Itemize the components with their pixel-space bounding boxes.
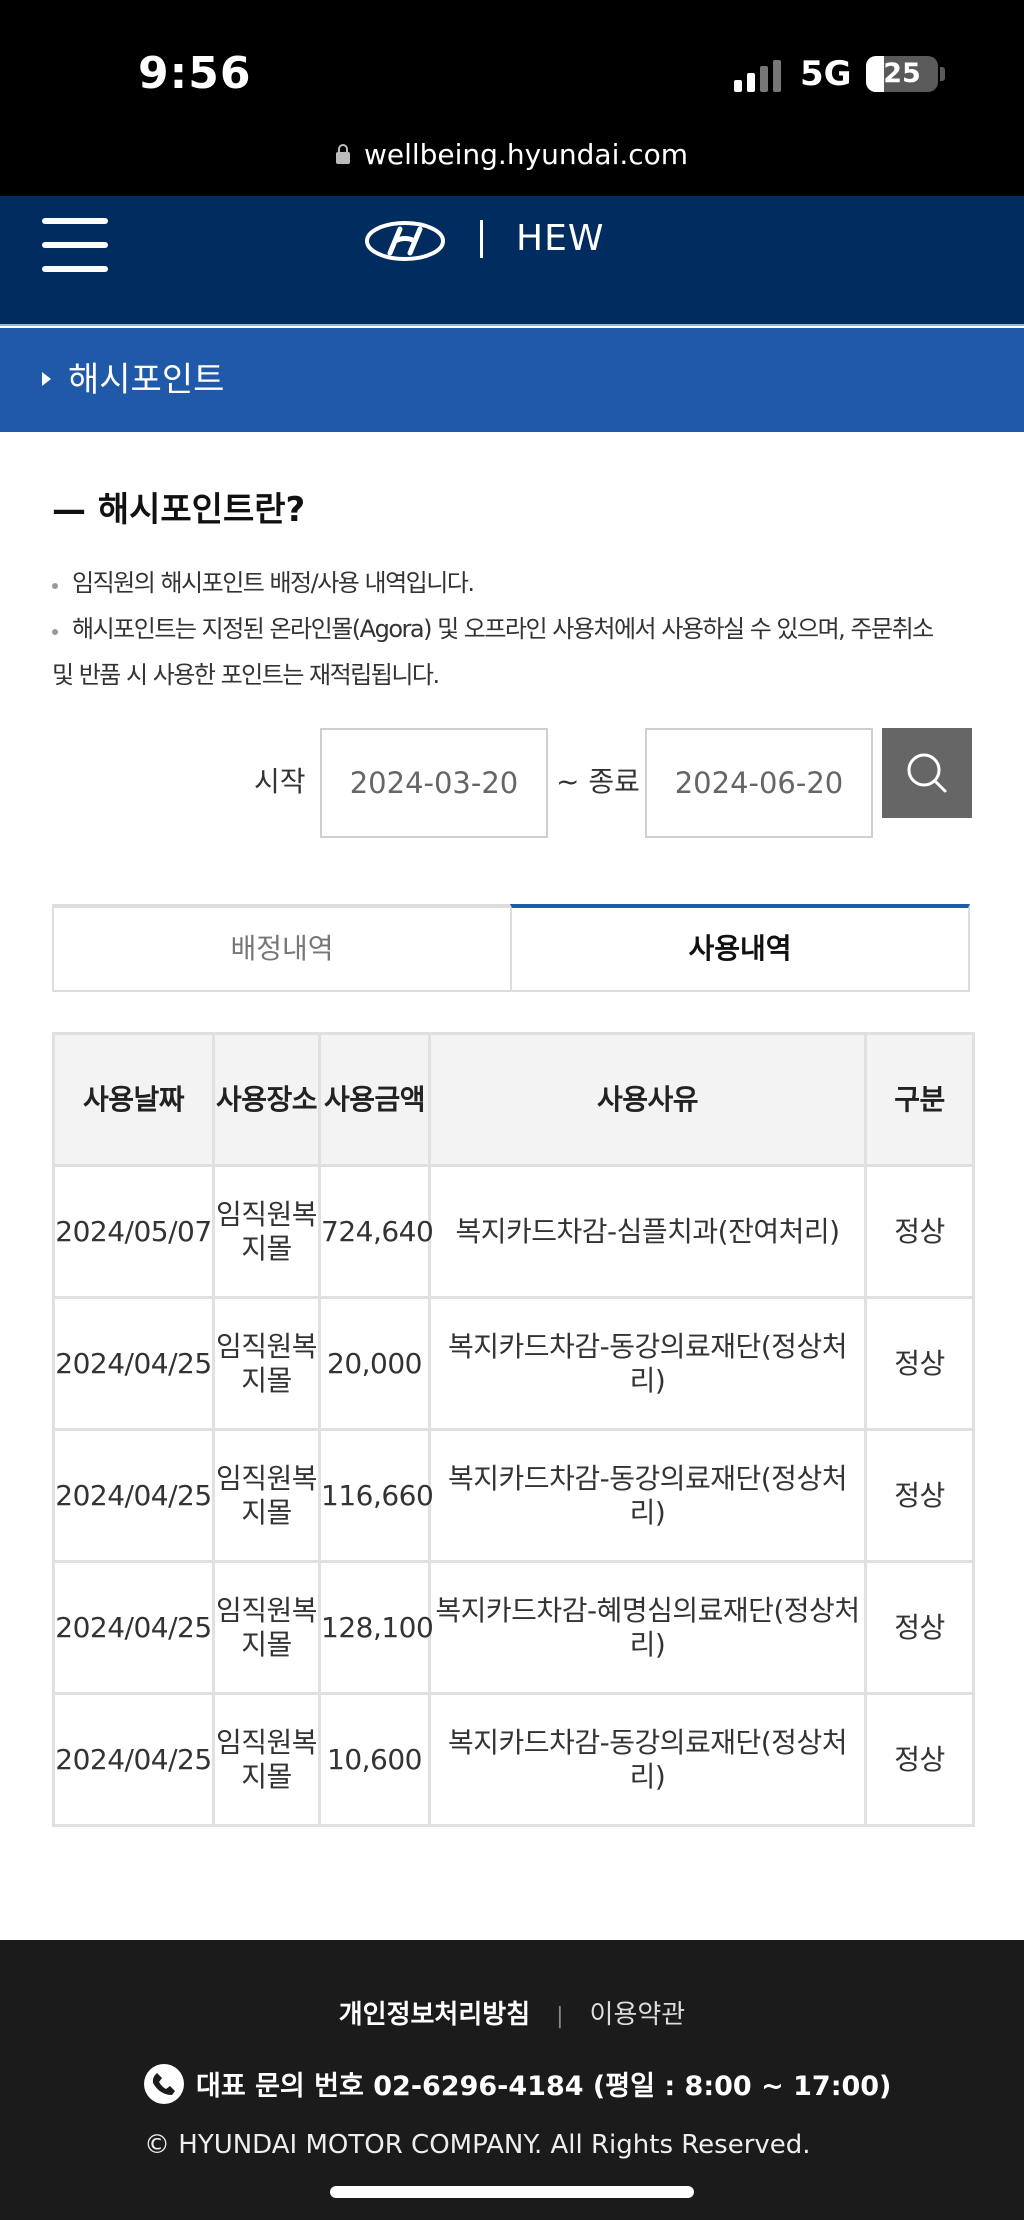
terms-link[interactable]: 이용약관 <box>590 2000 686 2030</box>
start-label: 시작 <box>254 765 306 798</box>
copyright: © HYUNDAI MOTOR COMPANY. All Rights Rese… <box>144 2130 811 2160</box>
table-row: 2024/04/25 임직원복지몰 10,600 복지카드차감-동강의료재단(정… <box>52 1692 975 1827</box>
cell-type: 정상 <box>864 1296 975 1431</box>
subnav-label: 해시포인트 <box>68 360 225 400</box>
cell-date: 2024/04/25 <box>52 1428 215 1563</box>
battery-tip <box>940 67 945 81</box>
phone-icon <box>144 2064 184 2104</box>
description-line-3: 및 반품 시 사용한 포인트는 재적립됩니다. <box>52 661 440 689</box>
table-row: 2024/04/25 임직원복지몰 128,100 복지카드차감-혜명심의료재단… <box>52 1560 975 1695</box>
table-row: 2024/04/25 임직원복지몰 116,660 복지카드차감-동강의료재단(… <box>52 1428 975 1563</box>
usage-table: 사용날짜 사용장소 사용금액 사용사유 구분 2024/05/07 임직원복지몰… <box>52 1032 975 1827</box>
footer-links: 개인정보처리방침 | 이용약관 <box>0 1994 1024 2031</box>
search-icon <box>907 753 947 793</box>
cell-date: 2024/05/07 <box>52 1164 215 1299</box>
status-bar: 9:56 5G 25 wellbeing.hyundai.com <box>0 0 1024 196</box>
battery-level: 25 <box>883 58 921 89</box>
status-time: 9:56 <box>138 48 252 99</box>
cell-date: 2024/04/25 <box>52 1560 215 1695</box>
app-header: HEW <box>0 196 1024 326</box>
home-indicator[interactable] <box>330 2186 694 2198</box>
network-type: 5G <box>800 54 852 94</box>
cell-place: 임직원복지몰 <box>212 1692 321 1827</box>
subnav-bar[interactable]: 해시포인트 <box>0 328 1024 432</box>
battery-icon: 25 <box>866 56 938 92</box>
cell-reason: 복지카드차감-혜명심의료재단(정상처리) <box>428 1560 867 1695</box>
col-header-reason: 사용사유 <box>428 1032 867 1167</box>
cell-amount: 20,000 <box>318 1296 431 1431</box>
col-header-place: 사용장소 <box>212 1032 321 1167</box>
description-line-1: 임직원의 해시포인트 배정/사용 내역입니다. <box>52 560 982 606</box>
contact-phone: 대표 문의 번호 02-6296-4184 (평일 : 8:00 ~ 17:00… <box>144 2064 891 2104</box>
start-date-input[interactable]: 2024-03-20 <box>320 728 548 838</box>
col-header-type: 구분 <box>864 1032 975 1167</box>
end-date-input[interactable]: 2024-06-20 <box>645 728 873 838</box>
tab-usage[interactable]: 사용내역 <box>510 904 970 992</box>
cell-reason: 복지카드차감-동강의료재단(정상처리) <box>428 1428 867 1563</box>
table-row: 2024/05/07 임직원복지몰 724,640 복지카드차감-심플치과(잔여… <box>52 1164 975 1299</box>
cell-place: 임직원복지몰 <box>212 1164 321 1299</box>
contact-phone-text: 대표 문의 번호 02-6296-4184 (평일 : 8:00 ~ 17:00… <box>196 2071 892 2102</box>
signal-icon <box>734 60 781 92</box>
url-text: wellbeing.hyundai.com <box>363 138 689 171</box>
cell-type: 정상 <box>864 1164 975 1299</box>
end-label: ~ 종료 <box>556 765 640 798</box>
bullet-icon <box>52 629 58 635</box>
cell-place: 임직원복지몰 <box>212 1428 321 1563</box>
header-title: HEW <box>516 218 605 259</box>
table-header-row: 사용날짜 사용장소 사용금액 사용사유 구분 <box>52 1032 975 1167</box>
footer: 개인정보처리방침 | 이용약관 대표 문의 번호 02-6296-4184 (평일 … <box>0 1940 1024 2220</box>
url-bar[interactable]: wellbeing.hyundai.com <box>0 138 1024 171</box>
cell-amount: 116,660 <box>318 1428 434 1563</box>
search-button[interactable] <box>882 728 972 818</box>
description-line-2: 해시포인트는 지정된 온라인몰(Agora) 및 오프라인 사용처에서 사용하실… <box>52 606 982 652</box>
table-row: 2024/04/25 임직원복지몰 20,000 복지카드차감-동강의료재단(정… <box>52 1296 975 1431</box>
cell-type: 정상 <box>864 1428 975 1563</box>
col-header-date: 사용날짜 <box>52 1032 215 1167</box>
hyundai-logo-icon <box>365 221 445 261</box>
footer-separator: | <box>556 2004 564 2029</box>
cell-amount: 724,640 <box>318 1164 434 1299</box>
cell-date: 2024/04/25 <box>52 1692 215 1827</box>
lock-icon <box>335 144 350 164</box>
tab-allocation[interactable]: 배정내역 <box>52 904 512 992</box>
cell-date: 2024/04/25 <box>52 1296 215 1431</box>
description: 임직원의 해시포인트 배정/사용 내역입니다. 해시포인트는 지정된 온라인몰(… <box>52 560 982 698</box>
header-divider <box>480 220 483 258</box>
cell-type: 정상 <box>864 1692 975 1827</box>
cell-type: 정상 <box>864 1560 975 1695</box>
privacy-policy-link[interactable]: 개인정보처리방침 <box>339 2000 530 2030</box>
cell-reason: 복지카드차감-심플치과(잔여처리) <box>428 1164 867 1299</box>
col-header-amount: 사용금액 <box>318 1032 431 1167</box>
cell-reason: 복지카드차감-동강의료재단(정상처리) <box>428 1296 867 1431</box>
bullet-icon <box>52 583 58 589</box>
cell-reason: 복지카드차감-동강의료재단(정상처리) <box>428 1692 867 1827</box>
caret-right-icon <box>42 372 51 386</box>
cell-place: 임직원복지몰 <box>212 1560 321 1695</box>
menu-icon[interactable] <box>42 218 108 272</box>
cell-amount: 10,600 <box>318 1692 431 1827</box>
section-title: — 해시포인트란? <box>52 490 306 530</box>
cell-amount: 128,100 <box>318 1560 434 1695</box>
cell-place: 임직원복지몰 <box>212 1296 321 1431</box>
